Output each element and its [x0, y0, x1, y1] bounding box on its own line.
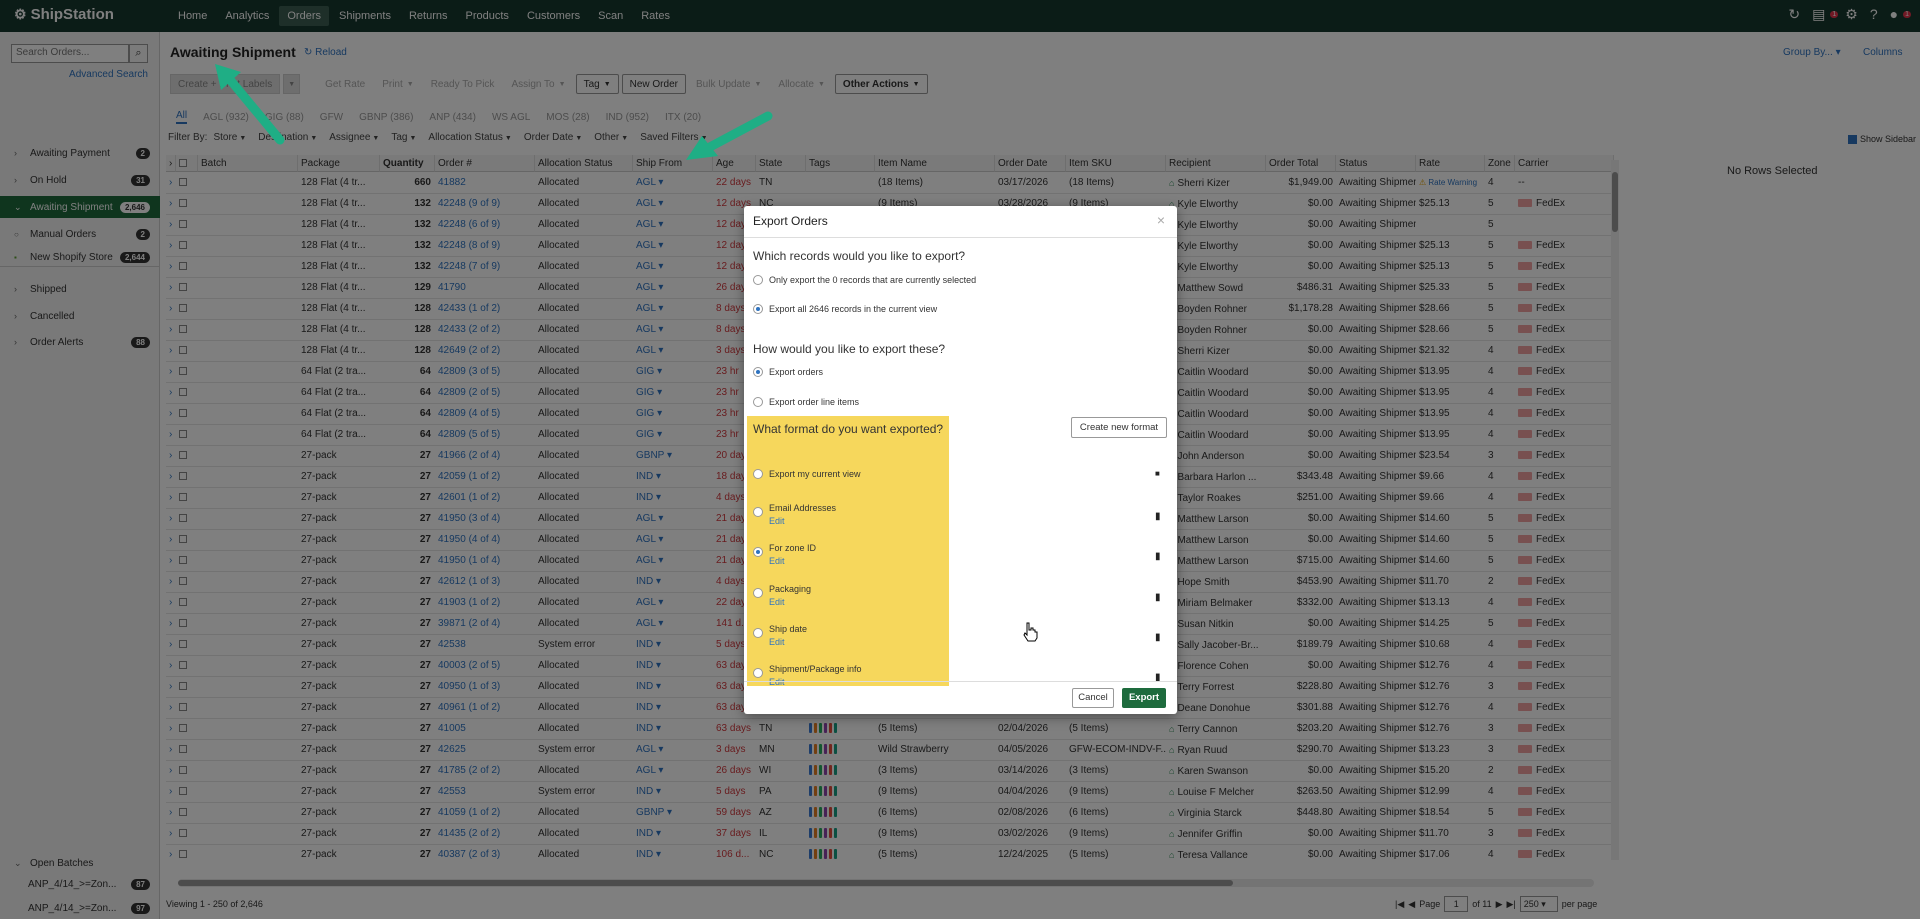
radio-button-selected[interactable]: [753, 547, 763, 557]
trash-icon[interactable]: ▮: [1155, 511, 1161, 522]
radio-button[interactable]: [753, 397, 763, 407]
option-export-line-items[interactable]: Export order line items: [753, 397, 859, 407]
radio-button[interactable]: [753, 469, 763, 479]
close-icon[interactable]: ×: [1157, 212, 1165, 228]
edit-format-link[interactable]: Edit: [769, 677, 785, 687]
create-new-format-button[interactable]: Create new format: [1071, 417, 1167, 438]
radio-button-selected[interactable]: [753, 304, 763, 314]
trash-icon[interactable]: ▮: [1155, 551, 1161, 562]
trash-icon[interactable]: ▮: [1155, 592, 1161, 603]
radio-button[interactable]: [753, 507, 763, 517]
radio-button-selected[interactable]: [753, 367, 763, 377]
option-all-records[interactable]: Export all 2646 records in the current v…: [753, 304, 937, 314]
format-label: Packaging: [769, 584, 812, 594]
option-export-orders[interactable]: Export orders: [753, 367, 823, 377]
divider: [744, 681, 1177, 682]
option-label: Export order line items: [769, 397, 860, 407]
radio-button[interactable]: [753, 668, 763, 678]
edit-format-link[interactable]: Edit: [769, 556, 785, 566]
format-label: Export my current view: [769, 469, 861, 479]
export-orders-modal: Export Orders × Which records would you …: [744, 206, 1177, 714]
annotation-arrow-right: [686, 111, 773, 160]
radio-button[interactable]: [753, 628, 763, 638]
divider: [744, 237, 1177, 238]
edit-format-link[interactable]: Edit: [769, 597, 785, 607]
format-label: Ship date: [769, 624, 808, 634]
format-label: For zone ID: [769, 543, 817, 553]
option-label: Only export the 0 records that are curre…: [769, 275, 977, 285]
cancel-button[interactable]: Cancel: [1072, 688, 1114, 708]
format-label: Email Addresses: [769, 503, 837, 513]
export-button[interactable]: Export: [1122, 688, 1166, 708]
hand-cursor-icon: [1023, 622, 1038, 642]
records-question: Which records would you like to export?: [753, 249, 966, 263]
option-label: Export all 2646 records in the current v…: [769, 304, 938, 314]
edit-format-link[interactable]: Edit: [769, 637, 785, 647]
trash-icon[interactable]: ▮: [1155, 632, 1161, 643]
format-question: What format do you want exported?: [753, 422, 944, 436]
format-label: Shipment/Package info: [769, 664, 862, 674]
edit-format-link[interactable]: Edit: [769, 516, 785, 526]
option-label: Export orders: [769, 367, 824, 377]
radio-button[interactable]: [753, 588, 763, 598]
export-type-question: How would you like to export these?: [753, 342, 946, 356]
lock-icon: ■: [1155, 469, 1160, 478]
annotation-arrow-left: [215, 64, 285, 145]
option-selected-records[interactable]: Only export the 0 records that are curre…: [753, 275, 976, 285]
modal-title: Export Orders: [753, 214, 828, 228]
radio-button[interactable]: [753, 275, 763, 285]
